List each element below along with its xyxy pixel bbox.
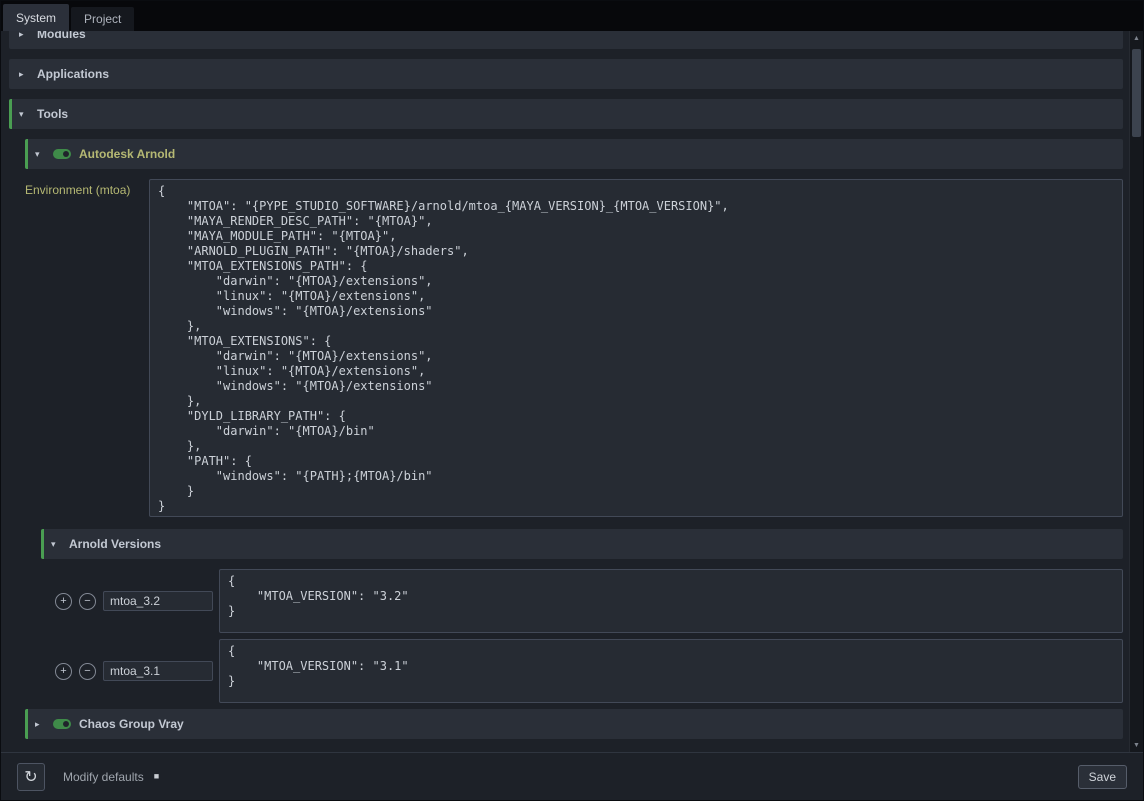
add-version-button[interactable]: + (55, 663, 72, 680)
toggle-knob (63, 151, 69, 157)
settings-scroll-area: ▸ Modules ▸ Applications ▾ Tools ▾ Autod… (1, 31, 1143, 752)
version-key-input[interactable] (103, 591, 213, 611)
collapse-arrow-icon: ▸ (19, 70, 29, 79)
arnold-versions-list: + − { "MTOA_VERSION": "3.2" } + − (41, 569, 1123, 703)
section-label-tools: Tools (37, 107, 68, 121)
refresh-button[interactable]: ↻ (17, 763, 45, 791)
section-label-modules: Modules (37, 31, 86, 41)
section-header-applications[interactable]: ▸ Applications (9, 59, 1123, 89)
section-label-arnold-versions: Arnold Versions (69, 537, 161, 551)
section-header-tools[interactable]: ▾ Tools (9, 99, 1123, 129)
footer-bar: ↻ Modify defaults ■ Save (1, 752, 1143, 800)
remove-version-button[interactable]: − (79, 663, 96, 680)
section-header-autodesk-arnold[interactable]: ▾ Autodesk Arnold (25, 139, 1123, 169)
section-header-arnold-versions[interactable]: ▾ Arnold Versions (41, 529, 1123, 559)
toggle-knob (63, 721, 69, 727)
version-row-controls: + − (55, 591, 213, 611)
environment-mtoa-label: Environment (mtoa) (25, 179, 149, 197)
section-label-chaos-group-vray: Chaos Group Vray (79, 717, 184, 731)
version-value-editor[interactable]: { "MTOA_VERSION": "3.1" } (219, 639, 1123, 703)
scrollbar-thumb[interactable] (1132, 49, 1141, 137)
scrollbar[interactable]: ▲ ▼ (1129, 31, 1143, 752)
enabled-toggle-icon[interactable] (53, 719, 71, 729)
version-row: + − { "MTOA_VERSION": "3.2" } (41, 569, 1123, 633)
save-button[interactable]: Save (1078, 765, 1127, 789)
enabled-toggle-icon[interactable] (53, 149, 71, 159)
settings-panel: ▸ Modules ▸ Applications ▾ Tools ▾ Autod… (1, 31, 1129, 752)
section-header-chaos-group-vray[interactable]: ▸ Chaos Group Vray (25, 709, 1123, 739)
modify-defaults-label: Modify defaults (63, 770, 144, 784)
environment-row: Environment (mtoa) { "MTOA": "{PYPE_STUD… (25, 179, 1123, 517)
refresh-icon: ↻ (24, 767, 37, 787)
collapse-arrow-icon: ▸ (19, 31, 29, 39)
add-version-button[interactable]: + (55, 593, 72, 610)
arnold-content: Environment (mtoa) { "MTOA": "{PYPE_STUD… (25, 179, 1123, 703)
expand-arrow-icon: ▾ (51, 540, 61, 549)
section-label-autodesk-arnold: Autodesk Arnold (79, 147, 175, 161)
version-row: + − { "MTOA_VERSION": "3.1" } (41, 639, 1123, 703)
modify-defaults-checkbox[interactable]: ■ (154, 772, 159, 781)
version-row-controls: + − (55, 661, 213, 681)
scrollbar-up-button[interactable]: ▲ (1130, 31, 1143, 45)
tab-project[interactable]: Project (71, 7, 134, 31)
section-label-applications: Applications (37, 67, 109, 81)
version-key-input[interactable] (103, 661, 213, 681)
scrollbar-down-button[interactable]: ▼ (1130, 738, 1143, 752)
section-header-modules[interactable]: ▸ Modules (9, 31, 1123, 49)
expand-arrow-icon: ▾ (19, 110, 29, 119)
version-value-editor[interactable]: { "MTOA_VERSION": "3.2" } (219, 569, 1123, 633)
environment-mtoa-editor[interactable]: { "MTOA": "{PYPE_STUDIO_SOFTWARE}/arnold… (149, 179, 1123, 517)
tools-content: ▾ Autodesk Arnold Environment (mtoa) { "… (25, 139, 1123, 739)
remove-version-button[interactable]: − (79, 593, 96, 610)
tab-system[interactable]: System (3, 4, 69, 31)
settings-window: System Project ▸ Modules ▸ Applications … (0, 0, 1144, 801)
scrollbar-track[interactable] (1130, 45, 1143, 738)
expand-arrow-icon: ▾ (35, 150, 45, 159)
tab-bar: System Project (1, 1, 1143, 31)
collapse-arrow-icon: ▸ (35, 720, 45, 729)
